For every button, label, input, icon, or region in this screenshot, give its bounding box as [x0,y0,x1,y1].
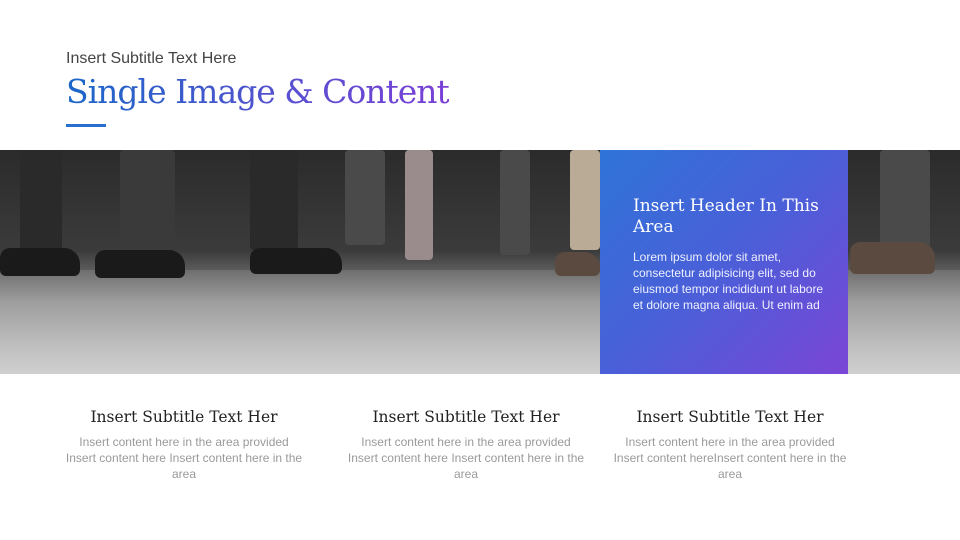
photo-leg [570,150,600,250]
column-title: Insert Subtitle Text Her [636,408,824,426]
column-body: Insert content here in the area provided… [347,435,585,481]
photo-leg [20,150,62,260]
feature-header: Insert Header In This Area [633,196,819,237]
photo-leg [880,150,930,250]
feature-content-box: Insert Header In This Area Lorem ipsum d… [600,150,848,374]
photo-shoe [850,242,935,274]
column-title: Insert Subtitle Text Her [90,408,278,426]
photo-leg [345,150,385,245]
content-column-3: Insert Subtitle Text Her Insert content … [610,408,850,482]
photo-leg [120,150,175,265]
feature-body-text: Lorem ipsum dolor sit amet, consectetur … [633,250,824,312]
column-title: Insert Subtitle Text Her [372,408,560,426]
column-body: Insert content here in the area provided… [65,435,303,481]
slide-subtitle: Insert Subtitle Text Here [66,50,237,67]
column-body: Insert content here in the area provided… [613,435,847,481]
photo-shoe [0,248,80,276]
photo-leg [250,150,298,250]
photo-shoe [555,252,600,276]
title-underline [66,124,106,127]
photo-rail [405,150,433,260]
photo-shoe [250,248,342,274]
photo-shoe [95,250,185,278]
content-column-2: Insert Subtitle Text Her Insert content … [346,408,586,482]
photo-leg [500,150,530,255]
content-column-1: Insert Subtitle Text Her Insert content … [64,408,304,482]
slide-title: Single Image & Content [66,72,450,111]
